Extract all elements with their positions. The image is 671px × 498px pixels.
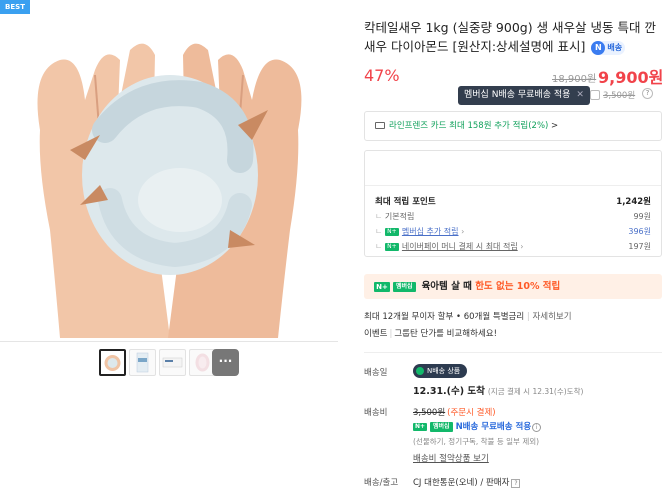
points-row-membership[interactable]: ㄴ N+ 멤버십 추가 적립 › 396원 bbox=[375, 226, 651, 237]
card-promo-banner[interactable]: 라인프렌즈 카드 최대 158원 추가 적립(2%) > bbox=[364, 111, 662, 141]
points-row-value: 99원 bbox=[633, 212, 651, 221]
delivery-date-text: 12.31.(수) 도착 bbox=[413, 386, 485, 397]
shipping-tooltip: 멤버십 N배송 무료배송 적용 ✕ bbox=[458, 86, 590, 105]
gallery-divider bbox=[0, 341, 338, 342]
delivery-date-sub: (지금 결제 시 12.31(수)도착) bbox=[487, 387, 584, 396]
free-shipping: N+ 멤버십 N배송 무료배송 적용 i bbox=[413, 420, 542, 432]
installment-text: 최대 12개월 무이자 할부 • 60개월 특별금리 bbox=[364, 312, 525, 322]
baby-item-banner[interactable]: N+ 멤버십 육아템 살 때 한도 없는 10% 적립 bbox=[364, 274, 662, 299]
points-row-label[interactable]: 네이버페이 머니 결제 시 최대 적립 bbox=[402, 242, 518, 251]
n-delivery-badge-label: N배송 상품 bbox=[427, 367, 461, 375]
free-shipping-text: N배송 무료배송 적용 bbox=[455, 422, 532, 432]
shipping-saving-link[interactable]: 배송비 절약상품 보기 bbox=[413, 452, 489, 464]
points-row-label[interactable]: 멤버십 추가 적립 bbox=[402, 227, 459, 236]
thumbnail-3[interactable] bbox=[159, 349, 186, 376]
more-icon: ··· bbox=[218, 354, 233, 368]
help-icon[interactable]: ? bbox=[642, 88, 653, 99]
nplus-badge: N+ bbox=[413, 422, 427, 431]
shipping-fee-price: 3,500원 bbox=[413, 408, 446, 418]
points-total: 1,242원 bbox=[616, 197, 651, 207]
carrier-text: CJ 대한통운(오네) / 판매자 bbox=[413, 478, 510, 488]
info-icon[interactable]: i bbox=[532, 423, 542, 432]
event-label[interactable]: 이벤트 bbox=[364, 329, 387, 339]
chevron-right-icon: > bbox=[551, 121, 559, 131]
shrimp-in-hands-illustration bbox=[0, 0, 338, 338]
free-shipping-note: (선물하기, 정기구독, 착불 등 일부 제외) bbox=[413, 437, 540, 446]
shipping-tooltip-text: 멤버십 N배송 무료배송 적용 bbox=[464, 90, 571, 100]
card-promo-highlight: (2%) bbox=[528, 121, 549, 131]
product-gallery: BEST ··· bbox=[0, 0, 338, 498]
product-info: 칵테일새우 1kg (실중량 900g) 생 새우살 냉동 특대 깐새우 다이아… bbox=[352, 0, 671, 498]
card-promo-text: 라인프렌즈 카드 최대 158원 추가 적립 bbox=[389, 121, 529, 131]
naver-delivery-badge: N 배송 bbox=[591, 40, 626, 55]
points-header-area bbox=[365, 151, 661, 186]
shipping-fee-label: 배송비 bbox=[364, 408, 388, 418]
separator: | bbox=[389, 329, 393, 339]
points-row-value: 396원 bbox=[628, 227, 651, 236]
baby-banner-text: 육아템 살 때 bbox=[421, 281, 476, 292]
details-link[interactable]: 자세히보기 bbox=[532, 312, 571, 322]
thumbnail-1[interactable] bbox=[99, 349, 126, 376]
points-row-value: 197원 bbox=[628, 242, 651, 251]
product-title: 칵테일새우 1kg (실중량 900g) 생 새우살 냉동 특대 깐새우 다이아… bbox=[364, 18, 664, 56]
original-price: 18,900원 bbox=[552, 74, 597, 85]
thumbnail-2[interactable] bbox=[129, 349, 156, 376]
main-product-image[interactable]: BEST bbox=[0, 0, 338, 338]
carrier-label: 배송/출고 bbox=[364, 478, 399, 488]
close-icon[interactable]: ✕ bbox=[576, 90, 584, 100]
nplus-badge: N+ bbox=[384, 242, 399, 251]
installment-promo: 최대 12개월 무이자 할부 • 60개월 특별금리 | 자세히보기 bbox=[364, 312, 572, 322]
shipping-fee: 3,500원 (주문시 결제) bbox=[413, 406, 496, 418]
event-promo: 이벤트 | 그룹탄 단가를 비교해하세요! bbox=[364, 327, 497, 339]
carrier-info: CJ 대한통운(오네) / 판매자? bbox=[413, 476, 521, 488]
discount-rate: 47% bbox=[364, 66, 400, 85]
event-text: 그룹탄 단가를 비교해하세요! bbox=[394, 329, 497, 339]
naver-delivery-badge-label: 배송 bbox=[607, 42, 623, 52]
membership-badge: 멤버십 bbox=[393, 281, 416, 292]
membership-badge: 멤버십 bbox=[430, 421, 453, 432]
n-logo-icon: N bbox=[591, 40, 606, 55]
n-delivery-badge: N배송 상품 bbox=[413, 364, 468, 378]
nplus-badge: N+ bbox=[374, 281, 390, 292]
points-row-npay[interactable]: ㄴ N+ 네이버페이 머니 결제 시 최대 적립 › 197원 bbox=[375, 241, 651, 252]
more-thumbnails-button[interactable]: ··· bbox=[212, 349, 239, 376]
nplus-badge: N+ bbox=[384, 227, 399, 236]
baby-banner-highlight: 한도 없는 10% 적립 bbox=[475, 281, 561, 292]
credit-card-icon bbox=[375, 122, 385, 129]
shipping-icon bbox=[590, 90, 600, 100]
best-badge: BEST bbox=[0, 0, 30, 14]
n-logo-icon bbox=[416, 367, 424, 375]
delivery-label: 배송일 bbox=[364, 368, 388, 378]
delivery-date: 12.31.(수) 도착 (지금 결제 시 12.31(수)도착) bbox=[413, 383, 583, 397]
shipping-price-strikethrough: 3,500원 bbox=[603, 91, 636, 101]
shipping-fee-note: (주문시 결제) bbox=[447, 408, 496, 418]
section-divider bbox=[364, 352, 662, 353]
points-box: 최대 적립 포인트 1,242원 ㄴ 기본적립 99원 ㄴ N+ 멤버십 추가 적… bbox=[364, 150, 662, 257]
points-row-label: 기본적립 bbox=[384, 212, 415, 221]
sale-price: 9,900원 bbox=[598, 68, 664, 87]
points-title: 최대 적립 포인트 bbox=[375, 197, 436, 207]
help-icon[interactable]: ? bbox=[511, 479, 521, 488]
points-row-basic: ㄴ 기본적립 99원 bbox=[375, 212, 651, 221]
